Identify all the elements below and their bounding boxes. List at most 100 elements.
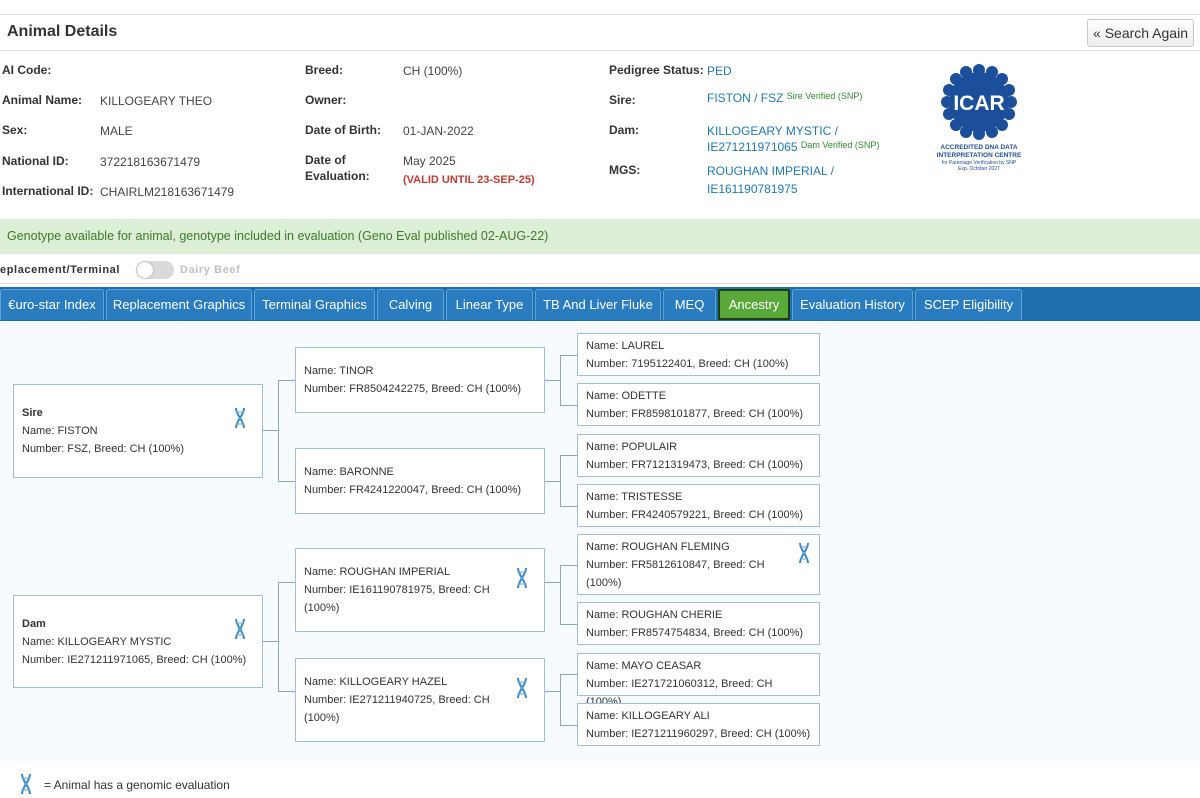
pedigree-dam-sire-box[interactable]: Name: ROUGHAN IMPERIAL Number: IE1611907… — [295, 548, 545, 632]
tab-tb-liver-fluke[interactable]: TB And Liver Fluke — [535, 289, 661, 320]
connector — [560, 565, 577, 566]
tab-linear-type[interactable]: Linear Type — [446, 289, 533, 320]
tab-replacement-graphics[interactable]: Replacement Graphics — [106, 289, 252, 320]
pedigree-dds-box[interactable]: Name: MAYO CEASAR Number: IE271721060312… — [577, 653, 820, 708]
pedigree-dam-box[interactable]: Dam Name: KILLOGEARY MYSTIC Number: IE27… — [13, 595, 263, 688]
dam-box-number: Number: IE271211971065, Breed: CH (100%) — [22, 654, 247, 666]
dam-box-title: Dam — [22, 618, 46, 630]
dob-label: Date of Birth: — [305, 123, 381, 137]
ds-name: Name: ROUGHAN IMPERIAL — [304, 566, 451, 578]
pedigree-dsd-box[interactable]: Name: ROUGHAN CHERIE Number: FR857475483… — [577, 602, 820, 645]
connector — [278, 380, 295, 381]
genotype-banner-text: Genotype available for animal, genotype … — [7, 229, 549, 243]
dam-verified-badge: Dam Verified (SNP) — [800, 140, 880, 150]
doe-label-line1: Date of — [305, 153, 346, 167]
icar-logo: ICAR ACCREDITED DNA DATA INTERPRETATION … — [925, 62, 1033, 180]
dna-icon — [799, 542, 809, 564]
connector — [263, 641, 279, 642]
tab-terminal-graphics[interactable]: Terminal Graphics — [254, 289, 375, 320]
toggle-left-label: eplacement/Terminal — [0, 264, 121, 276]
ai-code-label: AI Code: — [2, 63, 52, 77]
connector — [560, 674, 577, 675]
tab-ancestry[interactable]: Ancestry — [718, 289, 790, 320]
pedigree-dss-box[interactable]: Name: ROUGHAN FLEMING Number: FR58126108… — [577, 534, 820, 595]
ssd-number: Number: FR8598101877, Breed: CH (100%) — [586, 408, 804, 420]
connector — [560, 455, 577, 456]
ds-number-line1: Number: IE161190781975, Breed: CH — [304, 584, 490, 596]
sd-name: Name: BARONNE — [304, 466, 394, 478]
sire-link[interactable]: FISTON / FSZ — [707, 91, 783, 105]
dna-icon — [235, 407, 245, 429]
sd-number: Number: FR4241220047, Breed: CH (100%) — [304, 484, 522, 496]
connector — [278, 380, 279, 481]
dss-number-line2: (100%) — [586, 577, 622, 589]
toggle-knob — [137, 262, 153, 278]
ss-name: Name: TINOR — [304, 365, 374, 377]
genotype-banner: Genotype available for animal, genotype … — [0, 219, 1200, 254]
pedigree-ddd-box[interactable]: Name: KILLOGEARY ALI Number: IE271211960… — [577, 703, 820, 746]
tab-eurostar-index[interactable]: €uro-star Index — [0, 289, 104, 320]
dam-link-line2[interactable]: IE271211971065 — [707, 140, 798, 154]
tab-meq[interactable]: MEQ — [663, 289, 716, 320]
owner-label: Owner: — [305, 93, 347, 107]
icar-caption-line1: ACCREDITED DNA DATA — [940, 144, 1018, 151]
breed-label: Breed: — [305, 63, 344, 77]
mgs-link-line2[interactable]: IE161190781975 — [707, 182, 798, 196]
pedigree-sss-box[interactable]: Name: LAUREL Number: 7195122401, Breed: … — [577, 333, 820, 376]
dam-value-group: IE271211971065 Dam Verified (SNP) — [707, 140, 879, 154]
pedigree-sdd-box[interactable]: Name: TRISTESSE Number: FR4240579221, Br… — [577, 484, 820, 527]
connector — [278, 481, 295, 482]
connector — [545, 582, 561, 583]
pedigree-sds-box[interactable]: Name: POPULAIR Number: FR7121319473, Bre… — [577, 434, 820, 477]
sire-label: Sire: — [609, 93, 636, 107]
dd-name: Name: KILLOGEARY HAZEL — [304, 676, 448, 688]
connector — [560, 405, 577, 406]
sds-number: Number: FR7121319473, Breed: CH (100%) — [586, 459, 804, 471]
icar-subcaption-line2: Exp. October 2027 — [958, 166, 1000, 172]
sire-box-number: Number: FSZ, Breed: CH (100%) — [22, 443, 184, 455]
tab-evaluation-history[interactable]: Evaluation History — [792, 289, 913, 320]
connector — [263, 430, 279, 431]
animal-details-panel: AI Code: Animal Name: KILLOGEARY THEO Se… — [0, 58, 1200, 213]
national-id-value: 372218163671479 — [100, 155, 201, 169]
sex-value: MALE — [100, 124, 133, 138]
connector — [560, 355, 561, 405]
sire-box-title: Sire — [22, 407, 43, 419]
doe-valid-until: (VALID UNTIL 23-SEP-25) — [403, 174, 535, 186]
page-title: Animal Details — [7, 23, 118, 40]
doe-label-line2: Evaluation: — [305, 169, 370, 183]
dna-icon — [517, 677, 527, 699]
animal-name-value: KILLOGEARY THEO — [100, 94, 213, 108]
pedigree-status-label: Pedigree Status: — [609, 63, 704, 77]
mgs-link-line1[interactable]: ROUGHAN IMPERIAL / — [707, 164, 834, 178]
animal-details-header: Animal Details « Search Again — [0, 15, 1200, 51]
connector — [560, 565, 561, 624]
sds-name: Name: POPULAIR — [586, 441, 678, 453]
pedigree-dam-dam-box[interactable]: Name: KILLOGEARY HAZEL Number: IE2712119… — [295, 658, 545, 742]
pedigree-sire-box[interactable]: Sire Name: FISTON Number: FSZ, Breed: CH… — [13, 384, 263, 478]
icar-logo-text: ICAR — [953, 92, 1004, 115]
dam-link-line1[interactable]: KILLOGEARY MYSTIC / — [707, 124, 838, 138]
sex-label: Sex: — [2, 123, 28, 137]
dsd-name: Name: ROUGHAN CHERIE — [586, 609, 723, 621]
pedigree-ssd-box[interactable]: Name: ODETTE Number: FR8598101877, Breed… — [577, 383, 820, 426]
pedigree-sire-dam-box[interactable]: Name: BARONNE Number: FR4241220047, Bree… — [295, 448, 545, 514]
sss-number: Number: 7195122401, Breed: CH (100%) — [586, 358, 789, 370]
legend-text: = Animal has a genomic evaluation — [44, 778, 230, 792]
pedigree-sire-sire-box[interactable]: Name: TINOR Number: FR8504242275, Breed:… — [295, 347, 545, 413]
connector — [560, 624, 577, 625]
index-toggle-switch[interactable] — [136, 261, 174, 279]
tab-calving[interactable]: Calving — [377, 289, 444, 320]
tab-scep-eligibility[interactable]: SCEP Eligibility — [915, 289, 1022, 320]
search-again-button[interactable]: « Search Again — [1087, 19, 1194, 47]
tab-bar: €uro-star Index Replacement Graphics Ter… — [0, 287, 1200, 321]
ss-number: Number: FR8504242275, Breed: CH (100%) — [304, 383, 522, 395]
dam-label: Dam: — [609, 123, 640, 137]
dss-number-line1: Number: FR5812610847, Breed: CH — [586, 559, 765, 571]
ancestry-pedigree-tree: Sire Name: FISTON Number: FSZ, Breed: CH… — [0, 321, 1200, 761]
connector — [545, 691, 561, 692]
icar-emblem-icon: ICAR — [941, 64, 1017, 140]
international-id-value: CHAIRLM218163671479 — [100, 185, 235, 199]
ddd-name: Name: KILLOGEARY ALI — [586, 710, 710, 722]
connector — [560, 355, 577, 356]
